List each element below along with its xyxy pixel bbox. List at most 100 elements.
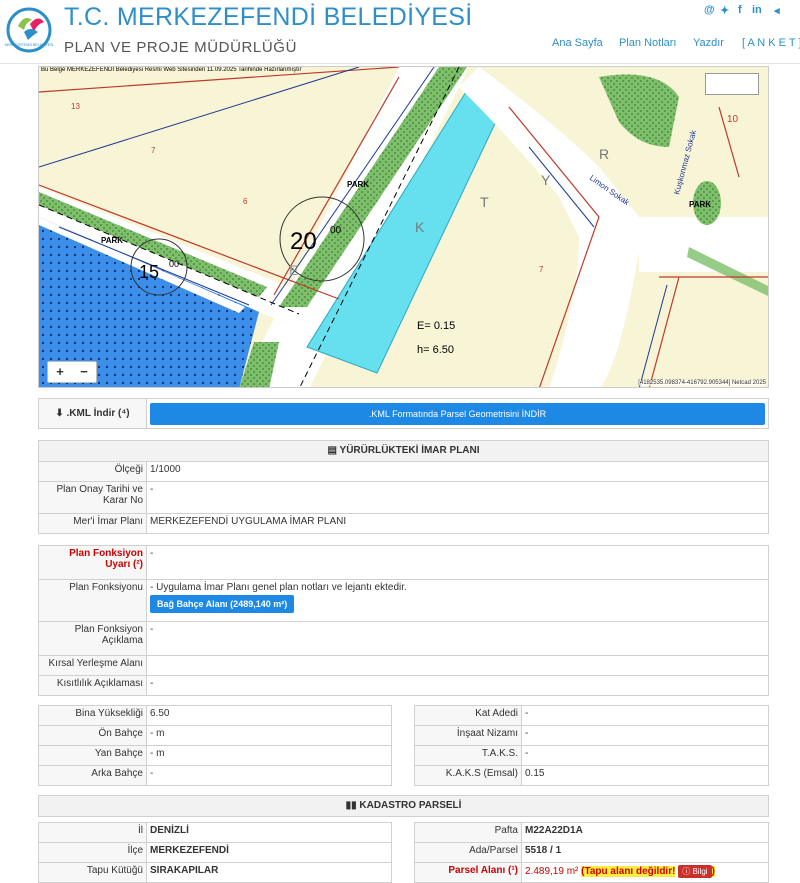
map-disclaimer: Bu Belge MERKEZEFENDİ Belediyesi Resmi W… — [41, 67, 302, 73]
kml-table: ⬇ .KML İndir (⁴) .KML Formatında Parsel … — [38, 398, 769, 429]
function-warning-value: - — [146, 545, 769, 580]
zoom-in-button[interactable]: + — [48, 362, 72, 382]
scale-label: Ölçeği — [38, 461, 147, 482]
park-label-1: PARK — [347, 180, 369, 189]
municipality-logo[interactable]: MERKEZEFENDİ BELEDİYESİ — [4, 6, 54, 54]
building-right-table: Kat Adedi - İnşaat Nizamı - T.A.K.S. - K.A.… — [414, 705, 769, 786]
restriction-value: - — [146, 675, 769, 696]
building-height-label: Bina Yüksekliği — [38, 705, 147, 726]
parcel-number-7a: 7 — [151, 146, 156, 155]
linkedin-icon[interactable]: in — [752, 4, 762, 16]
road-letter-t: T — [480, 194, 489, 210]
cadastre-header-table: ▮▮ KADASTRO PARSELİ — [38, 795, 769, 817]
province-label: İl — [38, 822, 147, 843]
document-icon: ▤ — [327, 445, 337, 456]
road-letter-r: R — [599, 146, 609, 162]
road-letter-k1: K — [415, 219, 425, 235]
logo-text: MERKEZEFENDİ BELEDİYESİ — [5, 42, 54, 47]
parcel-map[interactable]: 20 00 15 00 E= 0.15 h= 6.50 PARK PARK PA… — [38, 66, 769, 388]
park-label-2: PARK — [101, 236, 123, 245]
function-warning-label: Plan Fonksiyon Uyarı (²) — [38, 545, 147, 580]
zoom-out-button[interactable]: − — [72, 362, 96, 382]
zoning-plan-table: ▤ YÜRÜRLÜKTEKİ İMAR PLANI Ölçeği 1/1000 … — [38, 440, 769, 534]
info-button-label: Bilgi — [692, 867, 708, 876]
e-value-label: E= 0.15 — [417, 320, 455, 332]
page-subtitle: PLAN VE PROJE MÜDÜRLÜĞÜ — [64, 39, 298, 56]
parcel-area-value: 2.489,19 m² — [525, 866, 579, 877]
columns-icon: ▮▮ — [345, 800, 357, 811]
cadastre-left-table: İl DENİZLİ İlçe MERKEZEFENDİ Tapu Kütüğü SI… — [38, 822, 392, 883]
block-parcel-value: 5518 / 1 — [521, 842, 769, 863]
rural-settlement-value — [146, 655, 769, 676]
restriction-label: Kısıtlılık Açıklaması — [38, 675, 147, 696]
nav-plan-notes[interactable]: Plan Notları — [619, 37, 676, 49]
side-garden-label: Yan Bahçe — [38, 745, 147, 766]
nav-survey[interactable]: [ A N K E T ] — [742, 37, 800, 49]
function-label: Plan Fonksiyonu — [38, 579, 147, 622]
current-plan-value: MERKEZEFENDİ UYGULAMA İMAR PLANI — [146, 513, 769, 534]
parcel-number-6: 6 — [243, 197, 248, 206]
current-plan-label: Mer'i İmar Planı — [38, 513, 147, 534]
nav-print[interactable]: Yazdır — [693, 37, 724, 49]
land-registry-label: Tapu Kütüğü — [38, 862, 147, 883]
parcel-area-label: Parsel Alanı (¹) — [414, 862, 522, 883]
page-title: T.C. MERKEZEFENDİ BELEDİYESİ — [64, 3, 473, 31]
info-icon: ⓘ — [682, 867, 693, 876]
floor-count-label: Kat Adedi — [414, 705, 522, 726]
front-garden-label: Ön Bahçe — [38, 725, 147, 746]
approval-date-label: Plan Onay Tarihi ve Karar No — [38, 481, 147, 514]
twitter-icon[interactable]: ✦ — [720, 4, 729, 17]
h-value-label: h= 6.50 — [417, 344, 454, 356]
page-header: MERKEZEFENDİ BELEDİYESİ T.C. MERKEZEFEND… — [0, 0, 800, 64]
building-height-value: 6.50 — [146, 705, 392, 726]
road-letter-e: E — [289, 262, 298, 278]
district-label: İlçe — [38, 842, 147, 863]
road-width-sup-2: 00 — [169, 259, 179, 269]
road-width-label-2: 15 — [139, 262, 159, 282]
province-value: DENİZLİ — [146, 822, 392, 843]
download-icon: ⬇ — [55, 408, 64, 419]
front-garden-value: - m — [146, 725, 392, 746]
floor-count-value: - — [521, 705, 769, 726]
nav-home[interactable]: Ana Sayfa — [552, 37, 603, 49]
district-value: MERKEZEFENDİ — [146, 842, 392, 863]
building-left-table: Bina Yüksekliği 6.50 Ön Bahçe - m Yan Bahç… — [38, 705, 392, 786]
approval-date-value: - — [146, 481, 769, 514]
map-canvas[interactable]: 20 00 15 00 E= 0.15 h= 6.50 PARK PARK PA… — [39, 67, 769, 388]
construction-order-value: - — [521, 725, 769, 746]
road-width-label-1: 20 — [290, 228, 317, 255]
facebook-icon[interactable]: f — [738, 4, 742, 16]
kml-label: .KML İndir (⁴) — [66, 408, 130, 419]
taks-value: - — [521, 745, 769, 766]
road-letter-y: Y — [541, 172, 551, 188]
park-label-3: PARK — [689, 200, 711, 209]
basemap-toggle[interactable] — [705, 73, 759, 95]
cadastre-right-table: Pafta M22A22D1A Ada/Parsel 5518 / 1 Parsel… — [414, 822, 769, 883]
info-button[interactable]: ⓘ Bilgi — [678, 865, 712, 878]
side-garden-value: - m — [146, 745, 392, 766]
taks-label: T.A.K.S. — [414, 745, 522, 766]
kaks-label: K.A.K.S (Emsal) — [414, 765, 522, 786]
rural-settlement-label: Kırsal Yerleşme Alanı — [38, 655, 147, 676]
email-icon[interactable]: @ — [704, 4, 715, 16]
parcel-number-10: 10 — [727, 114, 739, 125]
parcel-number-7b: 7 — [539, 265, 544, 274]
sheet-label: Pafta — [414, 822, 522, 843]
function-description-value: - — [146, 621, 769, 656]
land-registry-value: SIRAKAPILAR — [146, 862, 392, 883]
kml-download-button[interactable]: .KML Formatında Parsel Geometrisini İNDİ… — [150, 402, 765, 425]
sheet-value: M22A22D1A — [521, 822, 769, 843]
block-parcel-label: Ada/Parsel — [414, 842, 522, 863]
zoom-control: + − — [47, 361, 97, 383]
plan-function-table: Plan Fonksiyon Uyarı (²) - Plan Fonksiyo… — [38, 545, 769, 696]
parcel-area-warning: Tapu alanı değildir! — [584, 866, 676, 877]
garden-area-button[interactable]: Bağ Bahçe Alanı (2489,140 m²) — [150, 595, 295, 613]
zoning-plan-title: YÜRÜRLÜKTEKİ İMAR PLANI — [339, 445, 480, 456]
cadastre-title: KADASTRO PARSELİ — [359, 800, 462, 811]
function-value: - Uygulama İmar Planı genel plan notları… — [150, 582, 407, 593]
scale-value: 1/1000 — [146, 461, 769, 482]
rear-garden-value: - — [146, 765, 392, 786]
rear-garden-label: Arka Bahçe — [38, 765, 147, 786]
construction-order-label: İnşaat Nizamı — [414, 725, 522, 746]
share-icon[interactable]: ◂ — [774, 4, 780, 17]
